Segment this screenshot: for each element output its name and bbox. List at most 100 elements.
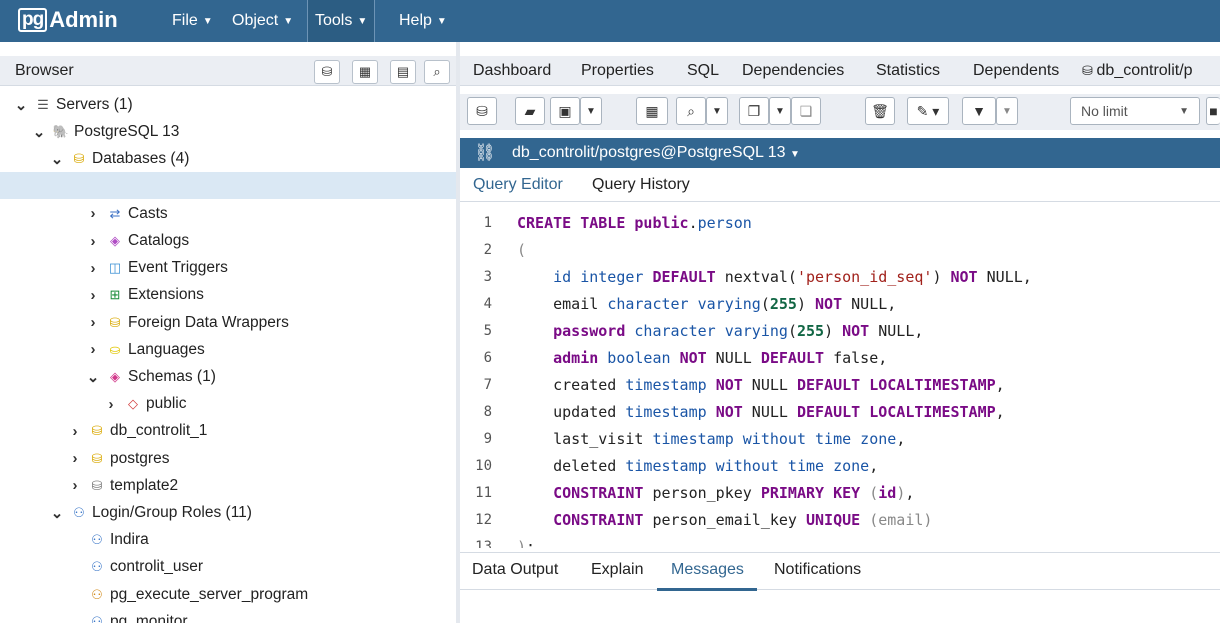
tree-node[interactable]: ⌄ ⚇ Login/Group Roles (11) — [50, 500, 252, 526]
tree-node[interactable]: › ⛁ template2 — [68, 473, 179, 499]
tree-node[interactable]: › ⛁ db_controlit_1 — [68, 418, 208, 444]
tree-node[interactable]: ⚇ pg_monitor — [68, 609, 188, 623]
line-number: 11 — [475, 485, 492, 501]
tab-query-history[interactable]: Query History — [592, 176, 690, 194]
code-line: last_visit timestamp without time zone, — [517, 430, 906, 448]
browser-title: Browser — [15, 62, 74, 79]
tab-notifications[interactable]: Notifications — [774, 561, 861, 579]
tree-node[interactable]: › ⛀ Languages — [86, 337, 205, 363]
save-dropdown[interactable]: ▼ — [580, 97, 602, 125]
tab-sql[interactable]: SQL — [687, 62, 719, 80]
tree-node[interactable]: › ⊞ Extensions — [86, 282, 204, 308]
tree-node-label: pg_execute_server_program — [110, 585, 309, 603]
query-tool-button[interactable]: ⛁ — [314, 60, 340, 84]
line-number: 4 — [483, 296, 492, 312]
databases-icon: ⛁ — [73, 151, 85, 167]
find-dropdown[interactable]: ▼ — [706, 97, 728, 125]
menu-file[interactable]: File ▼ — [172, 0, 213, 42]
tree-node[interactable]: ⌄ ⛁ Databases (4) — [50, 146, 190, 172]
chevron-right-icon[interactable]: › — [86, 287, 100, 304]
tab-dependents[interactable]: Dependents — [973, 62, 1059, 80]
paste-button[interactable]: ❏ — [791, 97, 821, 125]
tree-node[interactable]: › ◈ Catalogs — [86, 228, 190, 254]
tab-dashboard[interactable]: Dashboard — [473, 62, 551, 80]
edit-data-button[interactable]: ▦ — [636, 97, 668, 125]
code-line: updated timestamp NOT NULL DEFAULT LOCAL… — [517, 403, 1005, 421]
tree-node[interactable]: ⚇ pg_execute_server_program — [68, 582, 308, 608]
casts-icon: ⇄ — [109, 205, 121, 221]
tree-node-label: public — [146, 395, 187, 413]
tab-query-tool-label: db_controlit/p — [1096, 62, 1193, 79]
line-number: 6 — [483, 350, 492, 366]
code-line: CONSTRAINT person_email_key UNIQUE (emai… — [553, 511, 933, 529]
chevron-right-icon[interactable]: › — [86, 314, 100, 331]
copy-button[interactable]: ❐ — [739, 97, 769, 125]
search-objects-button[interactable]: ⌕ — [424, 60, 450, 84]
tab-query-tool[interactable]: ⛁ db_controlit/p — [1082, 62, 1193, 80]
top-menubar: pg Admin File ▼ Object ▼ Tools ▼ Help ▼ — [0, 0, 1220, 42]
connection-icon: ⛓ — [474, 143, 496, 162]
chevron-down-icon[interactable]: ⌄ — [14, 96, 28, 114]
tab-messages[interactable]: Messages — [671, 561, 744, 579]
chevron-down-icon[interactable]: ⌄ — [50, 150, 64, 168]
chevron-down-icon[interactable]: ⌄ — [50, 504, 64, 522]
filter-dropdown[interactable]: ▼ — [996, 97, 1018, 125]
tree-node[interactable]: ⌄ ◈ Schemas (1) — [86, 364, 216, 390]
menu-tools[interactable]: Tools ▼ — [307, 0, 376, 42]
tree-node-label: Login/Group Roles (11) — [92, 504, 252, 521]
chevron-right-icon[interactable]: › — [68, 423, 82, 440]
chevron-right-icon[interactable]: › — [86, 205, 100, 222]
chevron-right-icon[interactable]: › — [86, 260, 100, 277]
chevron-down-icon[interactable]: ⌄ — [86, 368, 100, 386]
pgadmin-logo[interactable]: pg Admin — [18, 5, 118, 35]
filter-button[interactable]: ▼ — [962, 97, 996, 125]
tab-dependencies[interactable]: Dependencies — [742, 62, 844, 80]
search-icon: ⌕ — [687, 102, 695, 119]
view-data-button[interactable]: ▦ — [352, 60, 378, 84]
edit-button[interactable]: ✎ ▾ — [907, 97, 949, 125]
tree-node[interactable]: ⌄ ☰ Servers (1) — [14, 92, 133, 118]
tree-node-label: Servers (1) — [56, 96, 133, 113]
tree-node[interactable]: › ◫ Event Triggers — [86, 255, 228, 281]
chevron-right-icon[interactable]: › — [68, 477, 82, 494]
copy-dropdown[interactable]: ▼ — [769, 97, 791, 125]
tree-node[interactable]: ⚇ controlit_user — [68, 554, 203, 580]
chevron-right-icon[interactable]: › — [68, 450, 82, 467]
tree-node-label: postgres — [110, 449, 170, 467]
chevron-right-icon[interactable]: › — [104, 396, 118, 413]
stop-button[interactable]: ■ — [1206, 97, 1220, 125]
filtered-rows-button[interactable]: ▤ — [390, 60, 416, 84]
tree-node-label: PostgreSQL 13 — [74, 123, 180, 141]
tree-node[interactable]: › ⛁ Foreign Data Wrappers — [86, 310, 289, 336]
results-tabs: Data Output Explain Messages Notificatio… — [460, 552, 1220, 591]
code-line: admin boolean NOT NULL DEFAULT false, — [553, 349, 888, 367]
tab-query-editor[interactable]: Query Editor — [473, 176, 563, 194]
code-line: ( — [517, 241, 527, 259]
delete-button[interactable]: 🗑 — [865, 97, 895, 125]
menu-object[interactable]: Object ▼ — [232, 0, 293, 42]
menu-help[interactable]: Help ▼ — [399, 0, 447, 42]
tree-node[interactable]: › ◇ public — [104, 391, 187, 417]
logo-admin: Admin — [49, 7, 118, 32]
chevron-down-icon[interactable]: ⌄ — [32, 123, 46, 141]
find-button[interactable]: ⌕ — [676, 97, 706, 125]
sql-editor[interactable]: 1 2 3 4 5 6 7 8 9 10 11 12 13 CREATE TAB… — [460, 204, 1220, 548]
tree-node[interactable]: ⌄ 🐘 PostgreSQL 13 — [32, 119, 180, 145]
row-limit-select[interactable]: No limit ▼ — [1070, 97, 1200, 125]
connection-bar[interactable]: ⛓ db_controlit/postgres@PostgreSQL 13 ▼ — [460, 138, 1220, 168]
open-file-button[interactable]: ▰ — [515, 97, 545, 125]
tree-node-label: pg_monitor — [110, 612, 188, 623]
chevron-right-icon[interactable]: › — [86, 233, 100, 250]
tree-node-label: Indira — [110, 531, 149, 549]
tab-explain[interactable]: Explain — [591, 561, 643, 579]
tab-data-output[interactable]: Data Output — [472, 561, 558, 579]
tree-node[interactable]: ⚇ Indira — [68, 527, 149, 553]
tree-node[interactable]: › ⇄ Casts — [86, 201, 168, 227]
tree-node-label: Casts — [128, 204, 168, 222]
save-button[interactable]: ▣ — [550, 97, 580, 125]
tab-statistics[interactable]: Statistics — [876, 62, 940, 80]
schema-diff-button[interactable]: ⛁ — [467, 97, 497, 125]
tab-properties[interactable]: Properties — [581, 62, 654, 80]
chevron-right-icon[interactable]: › — [86, 341, 100, 358]
tree-node[interactable]: › ⛁ postgres — [68, 446, 170, 472]
